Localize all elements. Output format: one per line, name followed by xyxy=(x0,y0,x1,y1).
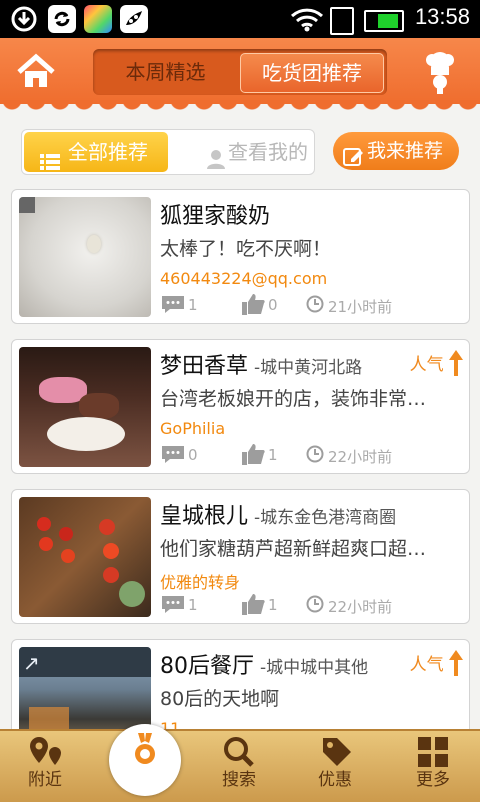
nav-more-label: 更多 xyxy=(416,770,450,790)
nav-nearby[interactable]: 附近 xyxy=(0,729,90,800)
post-time: 22小时前 xyxy=(328,448,393,466)
grid-icon xyxy=(418,737,448,767)
nav-deals[interactable]: 优惠 xyxy=(290,729,380,800)
up-arrow-icon xyxy=(449,350,463,376)
app-store-icon xyxy=(84,5,112,33)
list-icon xyxy=(40,144,60,184)
comment-count: 0 xyxy=(188,446,198,464)
popular-badge: 人气 xyxy=(410,650,463,676)
nav-search[interactable]: 搜索 xyxy=(194,729,284,800)
comment-icon xyxy=(160,444,186,468)
price-tag-icon xyxy=(323,738,351,766)
header-scallop-edge xyxy=(0,100,480,112)
sync-icon xyxy=(48,5,76,33)
item-title: 梦田香草 -城中黄河北路 xyxy=(160,354,363,379)
item-description: 太棒了！吃不厌啊！ xyxy=(160,238,332,260)
tab-view-mine[interactable]: 查看我的 xyxy=(172,132,312,172)
pea-app-icon xyxy=(120,5,148,33)
item-location: -城东金色港湾商圈 xyxy=(254,508,397,528)
edit-icon xyxy=(343,141,363,179)
tab-all-recommendations[interactable]: 全部推荐 xyxy=(24,132,168,172)
food-photo-macarons xyxy=(19,347,151,467)
nav-recommend[interactable]: 推荐 xyxy=(100,729,190,800)
item-author[interactable]: 优雅的转身 xyxy=(160,569,240,593)
item-description: 他们家糖葫芦超新鲜超爽口超… xyxy=(160,538,427,560)
nav-deals-label: 优惠 xyxy=(318,770,352,790)
item-location: -城中黄河北路 xyxy=(254,358,363,378)
like-count: 1 xyxy=(268,596,278,614)
tab-foodie-recommend[interactable]: 吃货团推荐 xyxy=(240,53,384,93)
sim-card-icon xyxy=(330,7,354,35)
comment-icon xyxy=(160,294,186,318)
filter-tabs: 全部推荐 查看我的 xyxy=(21,129,315,175)
food-photo-tanghulu xyxy=(19,497,151,617)
list-item[interactable]: 狐狸家酸奶 太棒了！吃不厌啊！ 460443224@qq.com 1 0 21小… xyxy=(11,189,470,324)
up-arrow-icon xyxy=(449,650,463,676)
comment-count: 1 xyxy=(188,296,198,314)
thumbs-up-icon xyxy=(240,442,266,470)
item-description: 80后的天地啊 xyxy=(160,688,280,710)
thumbs-up-icon xyxy=(240,592,266,620)
item-description: 台湾老板娘开的店，装饰非常… xyxy=(160,388,427,410)
home-icon xyxy=(17,53,55,87)
post-time: 22小时前 xyxy=(328,598,393,616)
chef-profile-button[interactable] xyxy=(423,50,457,94)
list-item[interactable]: 梦田香草 -城中黄河北路 人气 台湾老板娘开的店，装饰非常… GoPhilia 0… xyxy=(11,339,470,474)
item-title: 皇城根儿 -城东金色港湾商圈 xyxy=(160,504,397,529)
download-icon xyxy=(10,5,38,33)
nav-search-label: 搜索 xyxy=(222,770,256,790)
header-segmented-control: 本周精选 吃货团推荐 xyxy=(93,49,387,95)
tab-all-label: 全部推荐 xyxy=(68,140,148,164)
item-title: 80后餐厅 -城中城中其他 xyxy=(160,654,369,679)
medal-icon xyxy=(135,733,155,764)
popular-badge: 人气 xyxy=(410,350,463,376)
thumbs-up-icon xyxy=(240,292,266,320)
status-bar: 13:58 xyxy=(0,0,480,38)
clock-icon xyxy=(306,595,324,617)
like-count: 0 xyxy=(268,296,278,314)
recommend-label: 我来推荐 xyxy=(367,140,444,162)
comment-icon xyxy=(160,594,186,618)
clock: 13:58 xyxy=(414,4,470,29)
nav-nearby-label: 附近 xyxy=(28,770,62,790)
search-icon xyxy=(224,737,254,767)
list-item[interactable]: 皇城根儿 -城东金色港湾商圈 他们家糖葫芦超新鲜超爽口超… 优雅的转身 1 1 2… xyxy=(11,489,470,624)
post-time: 21小时前 xyxy=(328,298,393,316)
nav-more[interactable]: 更多 xyxy=(388,729,478,800)
item-author[interactable]: 460443224@qq.com xyxy=(160,269,327,288)
item-location: -城中城中其他 xyxy=(260,658,369,678)
like-count: 1 xyxy=(268,446,278,464)
food-photo-yogurt xyxy=(19,197,151,317)
home-button[interactable] xyxy=(16,52,56,92)
nav-recommend-label: 推荐 xyxy=(128,770,162,790)
user-icon xyxy=(206,142,226,182)
clock-icon xyxy=(306,445,324,467)
clock-icon xyxy=(306,295,324,317)
add-recommendation-button[interactable]: 我来推荐 xyxy=(333,132,459,170)
battery-icon xyxy=(364,10,404,32)
item-title: 狐狸家酸奶 xyxy=(160,204,271,229)
wifi-icon xyxy=(290,6,324,36)
chef-icon xyxy=(426,52,454,94)
tab-mine-label: 查看我的 xyxy=(228,140,308,164)
item-author[interactable]: GoPhilia xyxy=(160,419,225,438)
comment-count: 1 xyxy=(188,596,198,614)
tab-weekly-picks[interactable]: 本周精选 xyxy=(93,49,238,95)
